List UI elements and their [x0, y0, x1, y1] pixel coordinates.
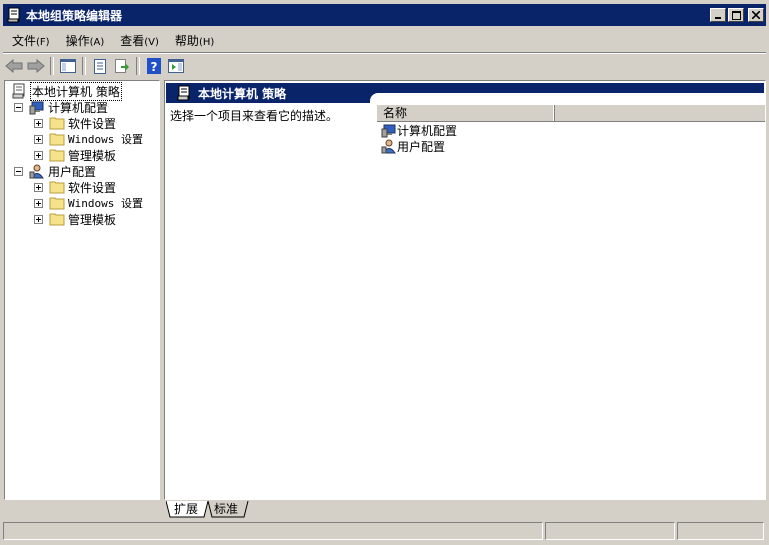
minimize-button[interactable] [710, 8, 726, 22]
details-title: 本地计算机 策略 [198, 86, 287, 101]
status-panel-2 [545, 522, 675, 540]
properties-button[interactable] [89, 56, 111, 76]
column-header-row: 名称 [377, 105, 765, 122]
user-icon [29, 164, 44, 179]
tree-label: Windows 设置 [68, 133, 143, 146]
help-button[interactable]: ? [143, 56, 165, 76]
back-arrow-icon [5, 59, 23, 73]
show-hide-tree-button[interactable] [57, 56, 79, 76]
tree-label: 用户配置 [48, 164, 97, 179]
toolbar-separator [50, 57, 54, 75]
console-tree[interactable]: 本地计算机 策略 计算机配置 软件设置 Windows 设置 管理模板 用户配置… [4, 80, 160, 500]
tree-root[interactable]: 本地计算机 策略 [11, 81, 122, 101]
list-item-label: 用户配置 [397, 139, 446, 154]
tree-label: 软件设置 [68, 180, 117, 195]
export-list-button[interactable] [111, 56, 133, 76]
menu-file[interactable]: 文件(F) [3, 32, 57, 49]
tree-label: 管理模板 [68, 212, 117, 227]
window-title: 本地组策略编辑器 [26, 8, 123, 23]
minimize-icon [715, 17, 721, 19]
tree-label: 管理模板 [68, 148, 117, 163]
tree-label: 计算机配置 [48, 100, 109, 115]
folder-icon [49, 133, 65, 146]
user-icon [381, 139, 396, 154]
column-header-name[interactable]: 名称 [377, 105, 555, 121]
policy-icon [12, 83, 25, 99]
list-item-user-config[interactable]: 用户配置 [381, 138, 445, 154]
action-pane-icon [168, 59, 184, 73]
tree-label: Windows 设置 [68, 197, 143, 210]
menu-help[interactable]: 帮助(H) [166, 32, 221, 49]
close-button[interactable] [748, 8, 764, 22]
header-curve [370, 93, 765, 103]
tree-item-computer-admin-templates[interactable]: 管理模板 [33, 147, 116, 163]
app-window: 本地组策略编辑器 文件(F) 操作(A) 查看(V) 帮助(H) ? 本地计算机… [0, 0, 769, 545]
maximize-button[interactable] [728, 8, 744, 22]
policy-icon [7, 7, 20, 23]
tree-item-computer-config[interactable]: 计算机配置 [13, 99, 108, 115]
export-list-icon [115, 58, 129, 73]
details-pane: 本地计算机 策略 选择一个项目来查看它的描述。 名称 计算机配置 用户配置 [164, 80, 766, 500]
column-header-empty [555, 105, 765, 121]
tree-item-computer-windows-settings[interactable]: Windows 设置 [33, 131, 143, 147]
menu-view[interactable]: 查看(V) [111, 32, 166, 49]
folder-icon [49, 117, 65, 130]
tree-item-user-admin-templates[interactable]: 管理模板 [33, 211, 116, 227]
tab-extended[interactable]: 扩展 [174, 501, 198, 518]
status-panel-main [3, 522, 543, 540]
menu-action[interactable]: 操作(A) [57, 32, 112, 49]
list-item-computer-config[interactable]: 计算机配置 [381, 122, 457, 138]
expand-icon[interactable] [34, 135, 43, 144]
folder-icon [49, 213, 65, 226]
expand-icon[interactable] [34, 199, 43, 208]
action-pane-button[interactable] [165, 56, 187, 76]
toolbar-separator [82, 57, 86, 75]
details-list[interactable]: 名称 计算机配置 用户配置 [377, 105, 765, 495]
toolbar: ? [3, 54, 766, 78]
svg-text:?: ? [151, 60, 158, 74]
console-tree-icon [60, 59, 76, 73]
title-bar[interactable]: 本地组策略编辑器 [3, 4, 766, 26]
policy-icon [177, 85, 190, 101]
tree-label: 软件设置 [68, 116, 117, 131]
tree-item-computer-software-settings[interactable]: 软件设置 [33, 115, 116, 131]
forward-arrow-icon [27, 59, 45, 73]
toolbar-separator [136, 57, 140, 75]
computer-icon [29, 101, 44, 115]
help-icon: ? [147, 58, 161, 74]
back-button[interactable] [3, 56, 25, 76]
expand-icon[interactable] [34, 119, 43, 128]
forward-button[interactable] [25, 56, 47, 76]
view-tabs: 扩展 标准 [166, 501, 766, 519]
tree-item-user-software-settings[interactable]: 软件设置 [33, 179, 116, 195]
expand-icon[interactable] [34, 151, 43, 160]
menu-bar: 文件(F) 操作(A) 查看(V) 帮助(H) [3, 28, 766, 53]
tree-item-user-config[interactable]: 用户配置 [13, 163, 96, 179]
tab-standard[interactable]: 标准 [214, 501, 238, 518]
expand-icon[interactable] [34, 183, 43, 192]
expand-icon[interactable] [34, 215, 43, 224]
collapse-icon[interactable] [14, 167, 23, 176]
description-text: 选择一个项目来查看它的描述。 [170, 109, 339, 123]
folder-icon [49, 181, 65, 194]
list-item-label: 计算机配置 [397, 123, 458, 138]
maximize-icon [731, 10, 741, 20]
tree-item-user-windows-settings[interactable]: Windows 设置 [33, 195, 143, 211]
collapse-icon[interactable] [14, 103, 23, 112]
properties-icon [94, 58, 106, 74]
close-icon [752, 11, 760, 19]
folder-icon [49, 197, 65, 210]
computer-icon [381, 124, 396, 138]
status-bar [3, 520, 766, 542]
status-panel-3 [677, 522, 764, 540]
folder-icon [49, 149, 65, 162]
